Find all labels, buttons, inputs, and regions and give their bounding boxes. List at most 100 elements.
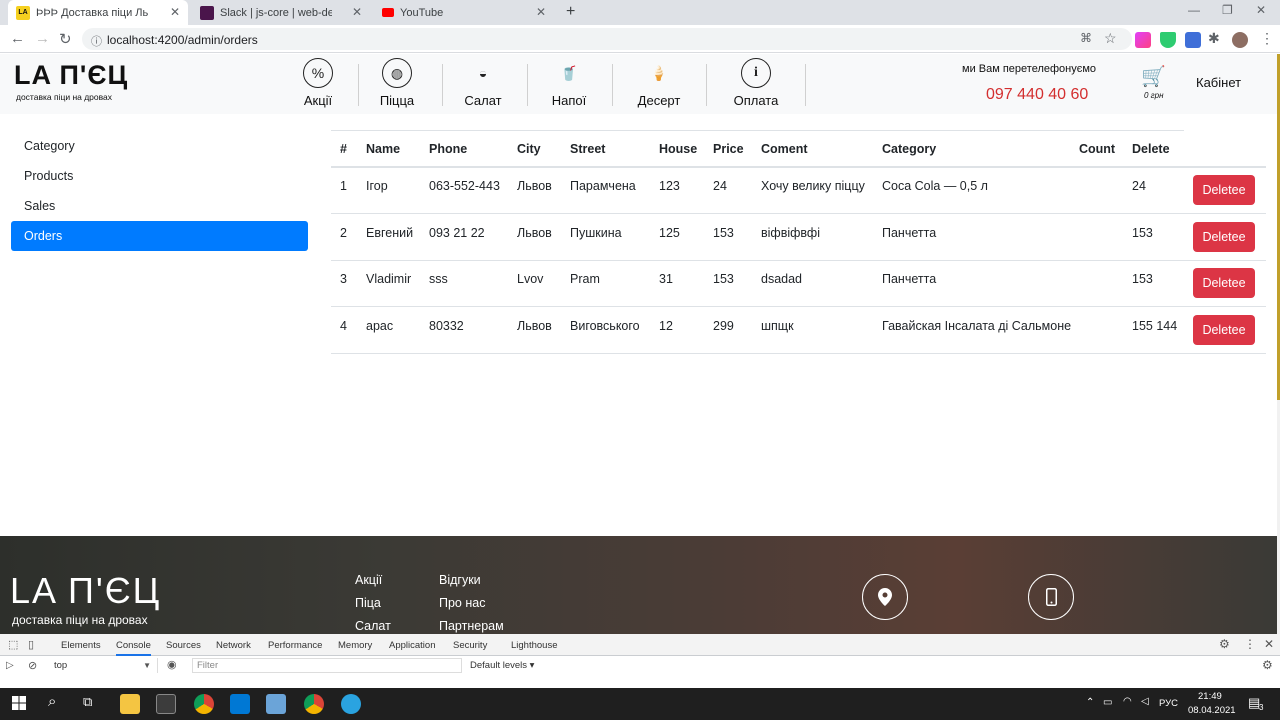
task-view-icon[interactable]: ⧉ [83, 694, 92, 710]
delete-order-button[interactable]: Deletee [1193, 314, 1255, 345]
restore-icon[interactable]: ❐ [1222, 3, 1233, 17]
cart-icon[interactable]: 🛒 [1141, 64, 1166, 89]
search-icon[interactable]: ⌕ [48, 693, 56, 710]
telegram-icon[interactable] [341, 694, 361, 714]
devtools-tab-network[interactable]: Network [216, 640, 251, 651]
translate-icon[interactable]: ⌘ [1080, 31, 1092, 45]
clock-date[interactable]: 08.04.2021 [1188, 705, 1236, 716]
browser-tab-slack[interactable]: Slack | js-core | web-dev_19_mw ✕ [192, 0, 370, 25]
footer-logo[interactable]: LA П'ЄЦ [10, 570, 161, 612]
cell-num: 2 [340, 225, 347, 240]
reload-icon[interactable]: ↻ [59, 30, 72, 48]
footer-link-salad[interactable]: Салат [355, 619, 391, 633]
minimize-icon[interactable]: — [1188, 3, 1200, 17]
store-icon[interactable] [156, 694, 176, 714]
mobile-phone-icon[interactable] [1028, 574, 1074, 620]
footer-link-partners[interactable]: Партнерам [439, 619, 504, 633]
site-logo[interactable]: LA П'ЄЦ [14, 60, 128, 91]
nav-sales[interactable]: % Акції [273, 58, 363, 108]
devtools-tab-elements[interactable]: Elements [61, 640, 101, 651]
settings-gear-icon[interactable]: ⚙ [1219, 637, 1230, 651]
volume-icon[interactable]: ◁ [1141, 696, 1149, 707]
device-toggle-icon[interactable]: ▯ [28, 638, 34, 651]
info-icon: i [741, 58, 771, 88]
footer-link-about[interactable]: Про нас [439, 596, 485, 610]
chrome-icon[interactable] [304, 694, 324, 714]
back-icon[interactable]: ← [10, 30, 25, 47]
delete-order-button[interactable]: Deletee [1193, 175, 1255, 205]
console-settings-gear-icon[interactable]: ⚙ [1262, 658, 1273, 672]
nav-divider [706, 64, 707, 106]
avatar[interactable] [1232, 32, 1248, 48]
close-tab-icon[interactable]: ✕ [536, 5, 546, 19]
cell-name: арас [366, 318, 394, 333]
sidebar-item-sales[interactable]: Sales [11, 191, 308, 221]
cell-price: 24 [713, 179, 727, 193]
col-header-category: Category [882, 142, 937, 156]
phone-number[interactable]: 097 440 40 60 [986, 86, 1088, 104]
close-devtools-icon[interactable]: ✕ [1264, 637, 1274, 651]
location-pin-icon[interactable] [862, 574, 908, 620]
inspect-icon[interactable]: ⬚ [8, 638, 18, 651]
sidebar-item-category[interactable]: Category [11, 131, 308, 161]
extension-icon[interactable] [1135, 32, 1151, 48]
nav-dessert[interactable]: 🍦 Десерт [614, 58, 704, 109]
url-text[interactable]: localhost:4200/admin/orders [107, 33, 258, 47]
nav-salad[interactable]: ◒ Салат [438, 58, 528, 108]
delete-order-button[interactable]: Deletee [1193, 268, 1255, 298]
devtools-tab-security[interactable]: Security [453, 640, 487, 651]
devtools-tab-console[interactable]: Console [116, 640, 151, 656]
sidebar-toggle-icon[interactable]: ▷ [6, 660, 14, 671]
devtools-tab-memory[interactable]: Memory [338, 640, 372, 651]
nav-pizza[interactable]: ◍ Піцца [352, 58, 442, 108]
shield-extension-icon[interactable] [1160, 32, 1176, 48]
devtools-menu-icon[interactable]: ⋮ [1244, 637, 1256, 651]
extension-icon[interactable] [1185, 32, 1201, 48]
devtools-tab-sources[interactable]: Sources [166, 640, 201, 651]
callback-text[interactable]: ми Вам перетелефонуємо [962, 63, 1096, 75]
sidebar-item-products[interactable]: Products [11, 161, 308, 191]
puzzle-icon[interactable]: ✱ [1208, 30, 1220, 47]
battery-icon[interactable]: ▭ [1103, 697, 1112, 708]
forward-icon[interactable]: → [35, 30, 50, 47]
browser-tab-youtube[interactable]: YouTube ✕ [374, 0, 554, 25]
delete-order-button[interactable]: Deletee [1193, 221, 1255, 252]
footer-link-pizza[interactable]: Піца [355, 596, 381, 610]
nav-drinks[interactable]: 🥤 Напої [524, 58, 614, 109]
info-icon[interactable]: ⓘ [91, 33, 102, 49]
cell-price: 153 [713, 272, 734, 286]
context-select[interactable]: top ▼ [48, 658, 158, 673]
chrome-icon[interactable] [194, 694, 214, 714]
file-explorer-icon[interactable] [120, 694, 140, 714]
language-indicator[interactable]: РУС [1159, 698, 1178, 709]
eye-icon[interactable]: ◉ [167, 658, 177, 671]
devtools-tab-performance[interactable]: Performance [268, 640, 322, 651]
clock-time[interactable]: 21:49 [1198, 691, 1222, 702]
log-levels-dropdown[interactable]: Default levels ▾ [470, 660, 534, 671]
vscode-icon[interactable] [230, 694, 250, 714]
cabinet-link[interactable]: Кабінет [1196, 75, 1241, 90]
footer-link-sales[interactable]: Акції [355, 573, 382, 587]
clear-console-icon[interactable]: ⊘ [28, 659, 37, 672]
table-header-border [331, 166, 1266, 168]
new-tab-button[interactable]: + [566, 3, 575, 21]
bookmark-star-icon[interactable]: ☆ [1104, 30, 1117, 47]
chevron-up-icon[interactable]: ⌃ [1086, 697, 1094, 708]
devtools-tab-application[interactable]: Application [389, 640, 435, 651]
browser-tab-active[interactable]: LA ÞÞÞ Доставка піци Львів цілод ✕ [8, 0, 188, 25]
close-tab-icon[interactable]: ✕ [352, 5, 362, 19]
cell-name: Ігор [366, 179, 388, 193]
menu-kebab-icon[interactable]: ⋮ [1260, 30, 1274, 47]
footer-link-reviews[interactable]: Відгуки [439, 573, 481, 587]
cell-phone: 80332 [429, 318, 464, 333]
sidebar-item-orders[interactable]: Orders [11, 221, 308, 251]
nav-payment[interactable]: i Оплата [711, 58, 801, 108]
console-filter-input[interactable]: Filter [192, 658, 462, 673]
devtools-tab-lighthouse[interactable]: Lighthouse [511, 640, 557, 651]
close-tab-icon[interactable]: ✕ [170, 5, 180, 19]
notepad-icon[interactable] [266, 694, 286, 714]
cell-house: 123 [659, 179, 680, 193]
close-window-icon[interactable]: ✕ [1256, 3, 1266, 17]
wifi-icon[interactable]: ◠ [1123, 696, 1132, 707]
windows-start-icon[interactable] [12, 696, 26, 715]
